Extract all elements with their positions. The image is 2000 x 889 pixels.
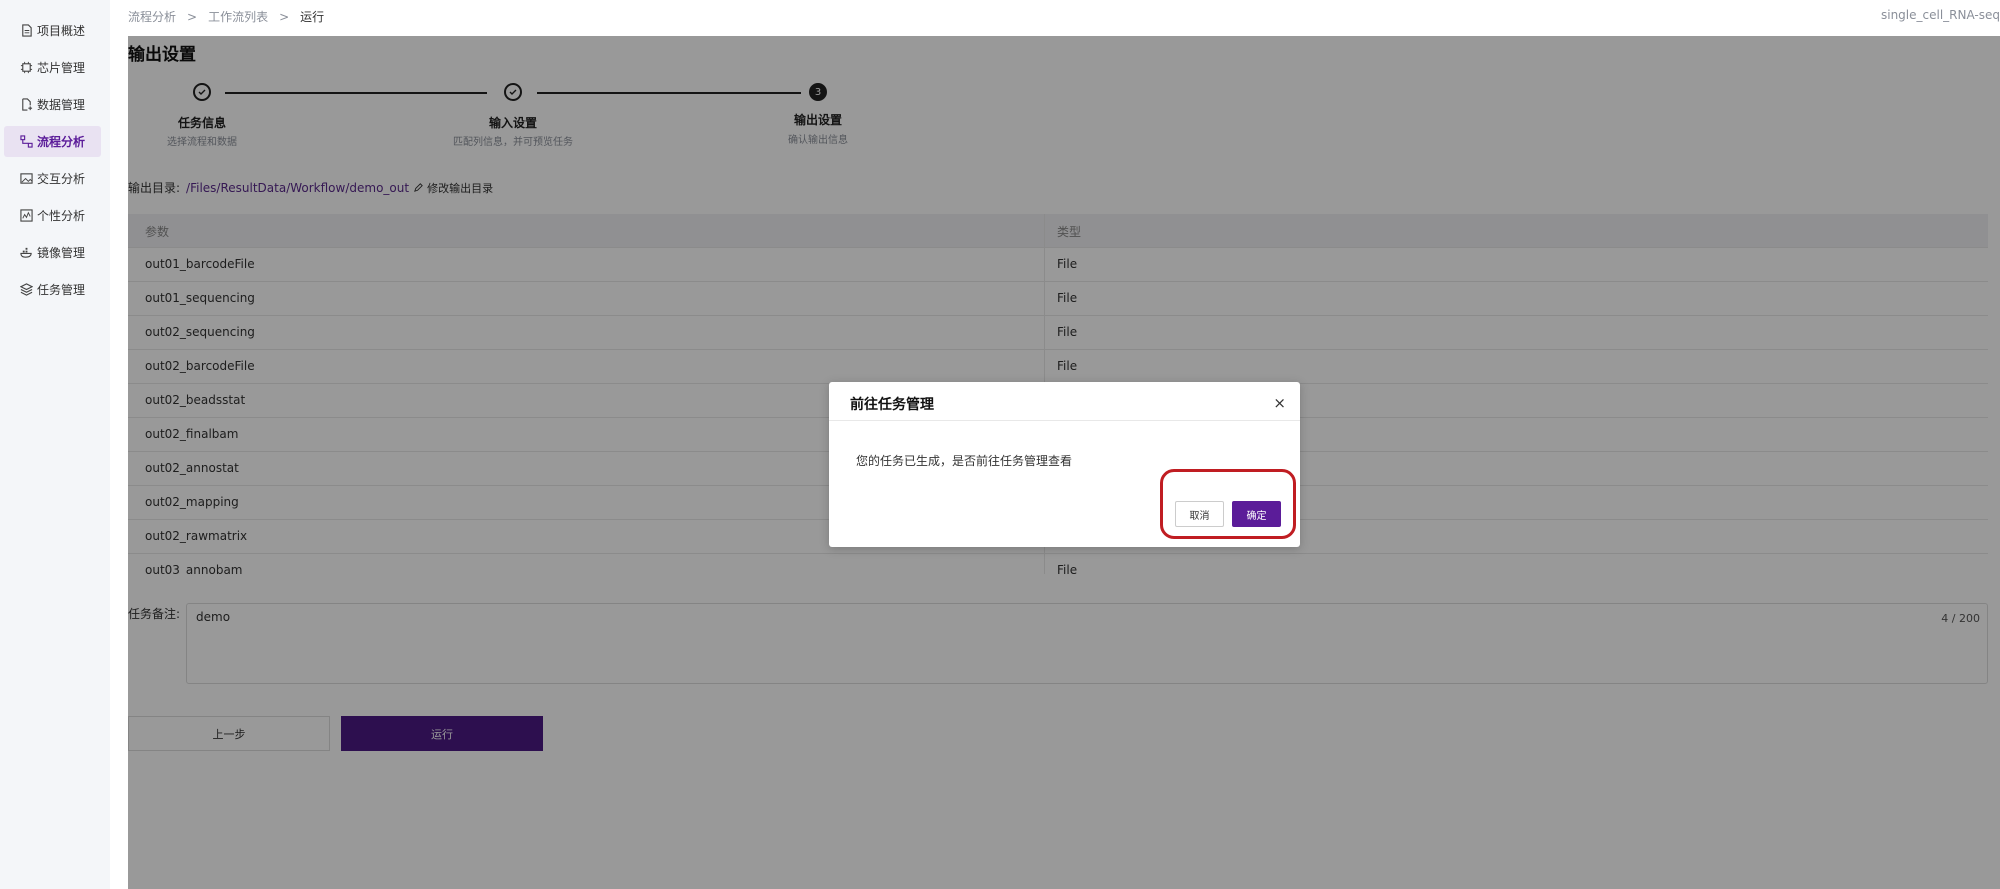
docker-icon: [20, 246, 33, 259]
sidebar-item-chip-management[interactable]: 芯片管理: [4, 52, 101, 83]
dialog-message: 您的任务已生成，是否前往任务管理查看: [856, 454, 1073, 468]
breadcrumb-item-run: 运行: [300, 10, 325, 24]
dialog-divider: [829, 420, 1300, 421]
layers-icon: [20, 283, 33, 296]
dialog-title: 前往任务管理: [850, 397, 934, 413]
sidebar-item-custom-analysis[interactable]: 个性分析: [4, 200, 101, 231]
sidebar-item-workflow-analysis[interactable]: 流程分析: [4, 126, 101, 157]
chart-icon: [20, 209, 33, 222]
sidebar-item-label: 流程分析: [37, 135, 86, 149]
top-header: 流程分析 > 工作流列表 > 运行 single_cell_RNA-seq: [110, 0, 2000, 36]
breadcrumb-separator: >: [279, 9, 290, 24]
breadcrumb-separator: >: [187, 9, 198, 24]
sidebar-item-data-management[interactable]: 数据管理: [4, 89, 101, 120]
file-add-icon: [20, 98, 33, 111]
sidebar-item-label: 任务管理: [37, 283, 86, 297]
sidebar-item-label: 芯片管理: [37, 61, 86, 75]
breadcrumb-item-workflow-analysis[interactable]: 流程分析: [128, 8, 176, 25]
annotation-highlight: [1160, 469, 1296, 539]
sidebar: 项目概述 芯片管理 数据管理 流程分析 交互分析 个性分析 镜像管理 任务管理: [0, 0, 110, 889]
sidebar-item-label: 个性分析: [37, 209, 86, 223]
document-icon: [20, 24, 33, 37]
close-icon[interactable]: ×: [1273, 394, 1286, 412]
breadcrumb: 流程分析 > 工作流列表 > 运行: [128, 8, 324, 25]
sidebar-item-project-overview[interactable]: 项目概述: [4, 15, 101, 46]
sidebar-item-interactive-analysis[interactable]: 交互分析: [4, 163, 101, 194]
flow-icon: [20, 135, 33, 148]
project-name: single_cell_RNA-seq: [1880, 8, 2000, 22]
sidebar-item-task-management[interactable]: 任务管理: [4, 274, 101, 305]
sidebar-item-image-management[interactable]: 镜像管理: [4, 237, 101, 268]
sidebar-item-label: 项目概述: [37, 24, 86, 38]
sidebar-item-label: 镜像管理: [37, 246, 86, 260]
chip-icon: [20, 61, 33, 74]
sidebar-item-label: 交互分析: [37, 172, 86, 186]
breadcrumb-item-workflow-list[interactable]: 工作流列表: [208, 8, 268, 25]
image-icon: [20, 172, 33, 185]
sidebar-item-label: 数据管理: [37, 98, 86, 112]
